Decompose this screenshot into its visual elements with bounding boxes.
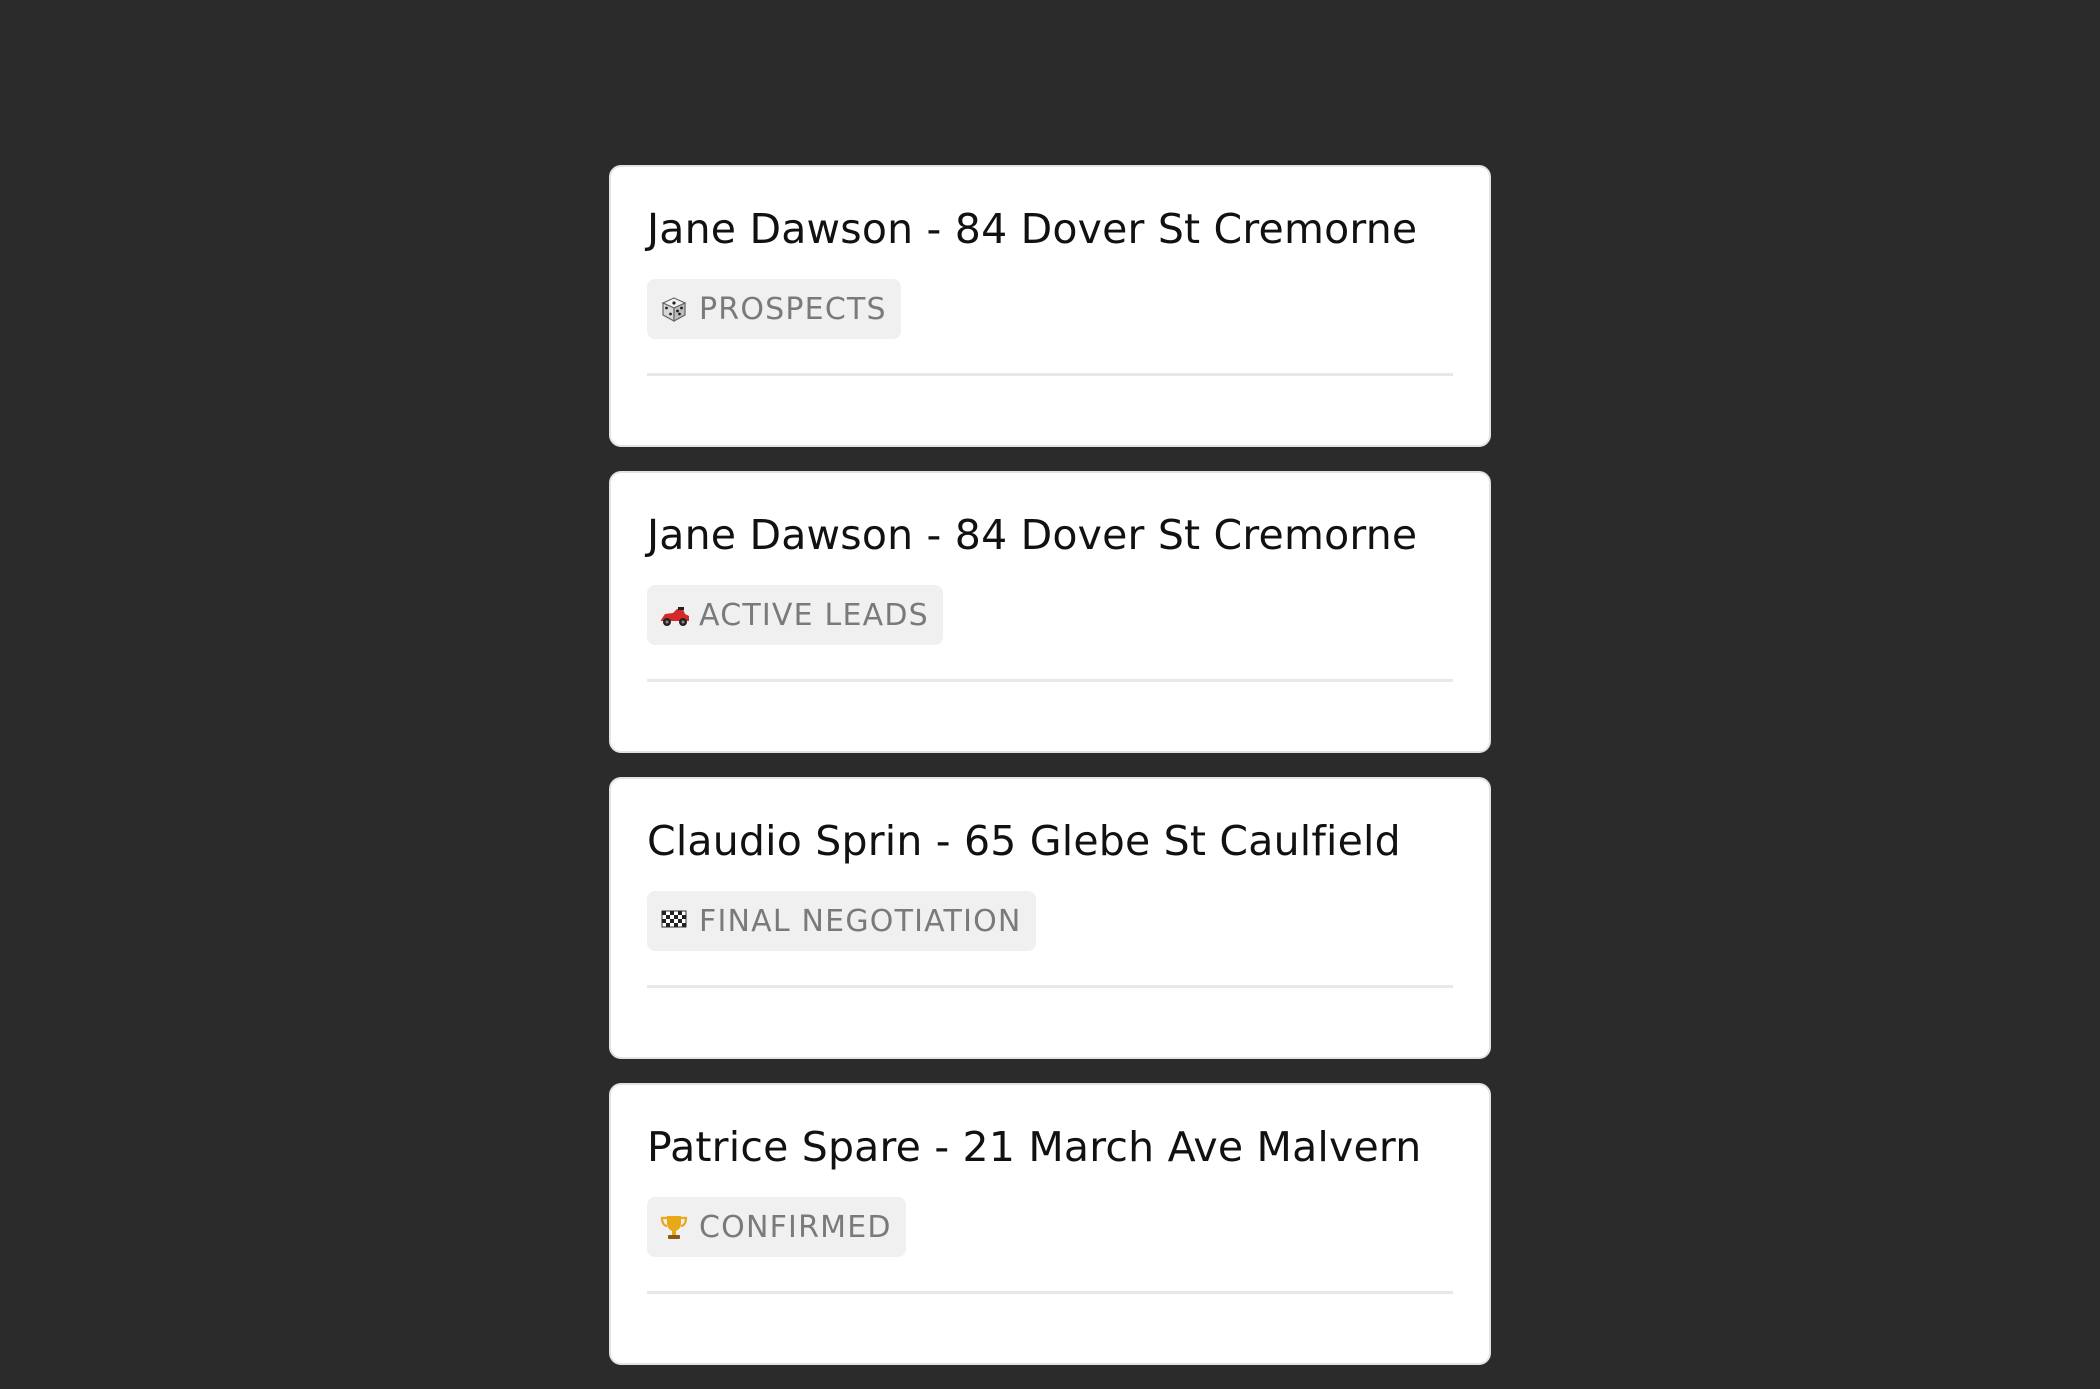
race-car-icon: [659, 600, 693, 630]
tag-label: ACTIVE LEADS: [699, 597, 929, 633]
trophy-icon: [659, 1212, 693, 1242]
list-item[interactable]: Patrice Spare - 21 March Ave Malvern CON…: [609, 1083, 1491, 1365]
divider: [647, 679, 1453, 682]
list-item[interactable]: Jane Dawson - 84 Dover St Cremorne ACTIV…: [609, 471, 1491, 753]
checkered-flag-icon: [659, 906, 693, 936]
status-badge[interactable]: ACTIVE LEADS: [647, 585, 943, 645]
dice-icon: [659, 294, 693, 324]
divider: [647, 985, 1453, 988]
status-badge[interactable]: FINAL NEGOTIATION: [647, 891, 1036, 951]
card-title: Patrice Spare - 21 March Ave Malvern: [647, 1123, 1422, 1171]
list-item[interactable]: Jane Dawson - 84 Dover St Cremorne PROSP…: [609, 165, 1491, 447]
divider: [647, 1291, 1453, 1294]
card-title: Jane Dawson - 84 Dover St Cremorne: [647, 511, 1418, 559]
tag-label: PROSPECTS: [699, 291, 887, 327]
list-item[interactable]: Claudio Sprin - 65 Glebe St Caulfield FI…: [609, 777, 1491, 1059]
card-list: Jane Dawson - 84 Dover St Cremorne PROSP…: [609, 165, 1491, 1389]
status-badge[interactable]: CONFIRMED: [647, 1197, 906, 1257]
card-title: Claudio Sprin - 65 Glebe St Caulfield: [647, 817, 1401, 865]
card-title: Jane Dawson - 84 Dover St Cremorne: [647, 205, 1418, 253]
tag-label: FINAL NEGOTIATION: [699, 903, 1022, 939]
status-badge[interactable]: PROSPECTS: [647, 279, 901, 339]
divider: [647, 373, 1453, 376]
tag-label: CONFIRMED: [699, 1209, 892, 1245]
